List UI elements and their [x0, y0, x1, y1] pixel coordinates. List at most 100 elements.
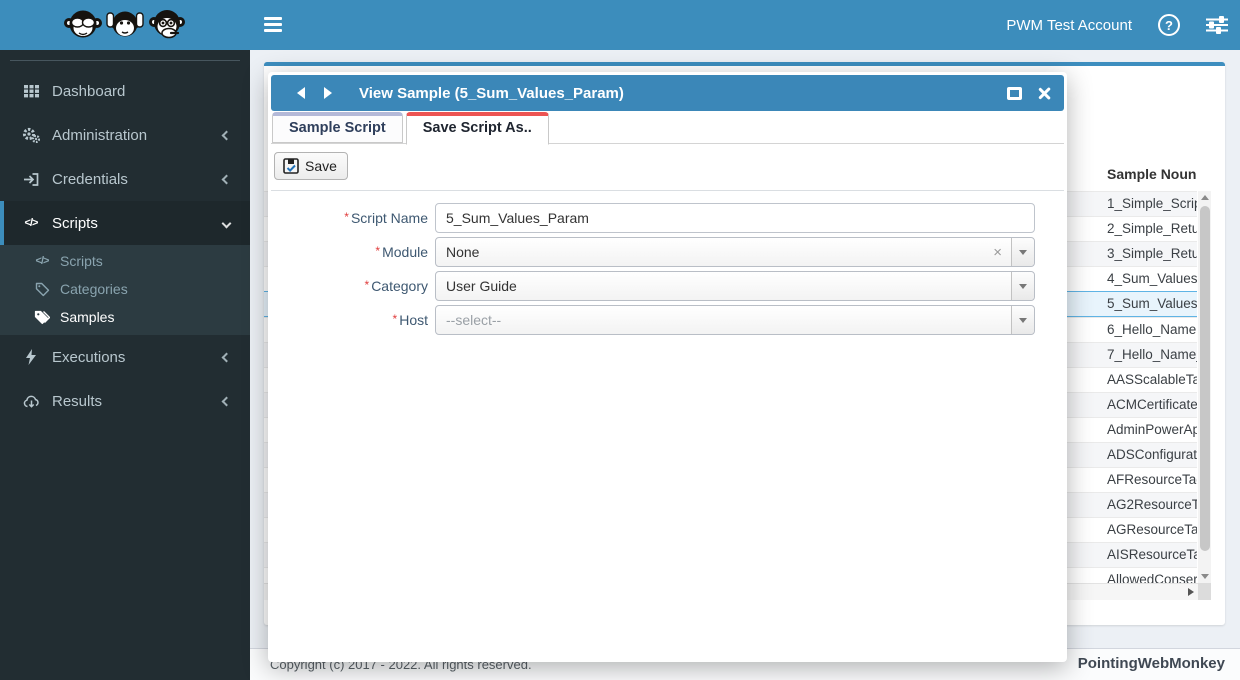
toolbar-divider: [271, 190, 1064, 191]
sample-noun-cell: ACMCertificate: [1107, 397, 1197, 412]
brand-logo[interactable]: [0, 0, 250, 50]
monkey-pointing-icon: [147, 5, 187, 45]
monkey-see-no-evil-icon: [63, 5, 103, 45]
vertical-scrollbar[interactable]: [1198, 191, 1211, 583]
chevron-left-icon: [222, 352, 232, 362]
next-sample-icon[interactable]: [324, 87, 332, 99]
caret-down-icon: [1019, 284, 1027, 289]
dropdown-arrow-button[interactable]: [1011, 238, 1034, 266]
dialog-titlebar: View Sample (5_Sum_Values_Param): [271, 75, 1064, 111]
vertical-scroll-thumb[interactable]: [1200, 206, 1210, 551]
sidebar-subitem-samples[interactable]: Samples: [0, 303, 250, 331]
save-button[interactable]: Save: [274, 152, 348, 180]
caret-down-icon: [1019, 318, 1027, 323]
sample-noun-cell: 6_Hello_Name: [1107, 322, 1196, 337]
caret-down-icon: [1019, 250, 1027, 255]
account-menu[interactable]: PWM Test Account: [1006, 17, 1132, 34]
chevron-down-icon: [222, 218, 232, 228]
form-row-module: *Module None ×: [271, 237, 1064, 267]
chevron-left-icon: [222, 174, 232, 184]
bolt-icon: [22, 349, 40, 365]
required-asterisk: *: [344, 210, 349, 224]
sample-noun-cell: AFResourceTag: [1107, 472, 1197, 487]
sample-noun-cell: AG2ResourceTa: [1107, 497, 1197, 512]
dropdown-arrow-button[interactable]: [1011, 306, 1034, 334]
sidebar-item-administration[interactable]: Administration: [0, 113, 250, 157]
sidebar-item-label: Credentials: [52, 171, 128, 188]
sign-in-icon: [22, 172, 40, 187]
sidebar-item-results[interactable]: Results: [0, 379, 250, 423]
maximize-icon[interactable]: [1007, 87, 1022, 100]
category-select-value: User Guide: [446, 278, 517, 294]
sidebar-item-label: Dashboard: [52, 83, 125, 100]
save-script-form: *Script Name *Module None × *Category: [271, 203, 1064, 339]
script-name-label: *Script Name: [271, 210, 428, 226]
sidebar-subitem-categories[interactable]: Categories: [0, 275, 250, 303]
form-row-category: *Category User Guide: [271, 271, 1064, 301]
clear-selection-icon[interactable]: ×: [993, 245, 1002, 260]
tag-icon: [34, 282, 50, 297]
required-asterisk: *: [365, 278, 370, 292]
host-select-placeholder: --select--: [446, 312, 501, 328]
prev-sample-icon[interactable]: [297, 87, 305, 99]
floppy-disk-icon: [283, 158, 299, 174]
sidebar-item-label: Results: [52, 393, 102, 410]
help-icon[interactable]: ?: [1158, 14, 1180, 36]
module-select[interactable]: None ×: [435, 237, 1035, 267]
sidebar-item-scripts[interactable]: </> Scripts: [0, 201, 250, 245]
app-root: PWM Test Account ? Dashboard: [0, 0, 1240, 680]
cogs-icon: [22, 127, 40, 143]
host-label: *Host: [271, 312, 428, 328]
sidebar-item-dashboard[interactable]: Dashboard: [0, 69, 250, 113]
footer-brand: PointingWebMonkey: [1078, 655, 1225, 672]
sidebar-toggle-icon[interactable]: [264, 17, 282, 33]
sidebar-item-label: Administration: [52, 127, 147, 144]
code-icon: </>: [34, 255, 50, 267]
category-select[interactable]: User Guide: [435, 271, 1035, 301]
required-asterisk: *: [375, 244, 380, 258]
sidebar-subitem-label: Categories: [60, 281, 128, 297]
settings-sliders-icon[interactable]: [1206, 16, 1228, 34]
close-icon[interactable]: [1037, 86, 1052, 101]
sidebar-item-label: Scripts: [52, 215, 98, 232]
sample-noun-cell: AGResourceTag: [1107, 522, 1197, 537]
save-button-label: Save: [305, 158, 337, 174]
dropdown-arrow-button[interactable]: [1011, 272, 1034, 300]
sidebar-item-label: Executions: [52, 349, 125, 366]
sample-noun-cell: 4_Sum_Values: [1107, 271, 1197, 286]
sidebar-subitem-label: Scripts: [60, 253, 103, 269]
dialog-tabs: Sample Script Save Script As..: [271, 112, 1064, 144]
sample-noun-cell: AdminPowerAp: [1107, 422, 1197, 437]
monkey-hands-up-icon: [105, 5, 145, 45]
dialog-toolbar: Save: [274, 152, 348, 180]
tags-icon: [34, 310, 50, 325]
scroll-down-icon[interactable]: [1201, 574, 1209, 579]
module-select-value: None: [446, 244, 479, 260]
sample-noun-cell: 3_Simple_Retur: [1107, 246, 1197, 261]
sample-noun-cell: AASScalableTar: [1107, 372, 1197, 387]
code-icon: </>: [22, 217, 40, 229]
scroll-right-icon[interactable]: [1188, 588, 1194, 596]
sidebar-item-executions[interactable]: Executions: [0, 335, 250, 379]
scroll-up-icon[interactable]: [1201, 195, 1209, 200]
required-asterisk: *: [393, 312, 398, 326]
host-select[interactable]: --select--: [435, 305, 1035, 335]
sample-noun-cell: 1_Simple_Scrip: [1107, 196, 1197, 211]
sidebar: Dashboard Administration Cred: [0, 50, 250, 680]
form-row-script-name: *Script Name: [271, 203, 1064, 233]
script-name-input[interactable]: [435, 203, 1035, 233]
dialog-title: View Sample (5_Sum_Values_Param): [359, 85, 624, 102]
sidebar-item-credentials[interactable]: Credentials: [0, 157, 250, 201]
sidebar-divider: [10, 60, 240, 61]
sample-noun-cell: AISResourceTag: [1107, 547, 1197, 562]
sidebar-subitem-label: Samples: [60, 309, 114, 325]
cloud-download-icon: [22, 394, 40, 409]
scripts-submenu: </> Scripts Categories: [0, 245, 250, 335]
scrollbar-corner: [1198, 583, 1211, 600]
form-row-host: *Host --select--: [271, 305, 1064, 335]
module-label: *Module: [271, 244, 428, 260]
chevron-left-icon: [222, 130, 232, 140]
sidebar-subitem-scripts[interactable]: </> Scripts: [0, 247, 250, 275]
tab-sample-script[interactable]: Sample Script: [272, 112, 403, 143]
tab-save-script-as[interactable]: Save Script As..: [406, 112, 549, 145]
